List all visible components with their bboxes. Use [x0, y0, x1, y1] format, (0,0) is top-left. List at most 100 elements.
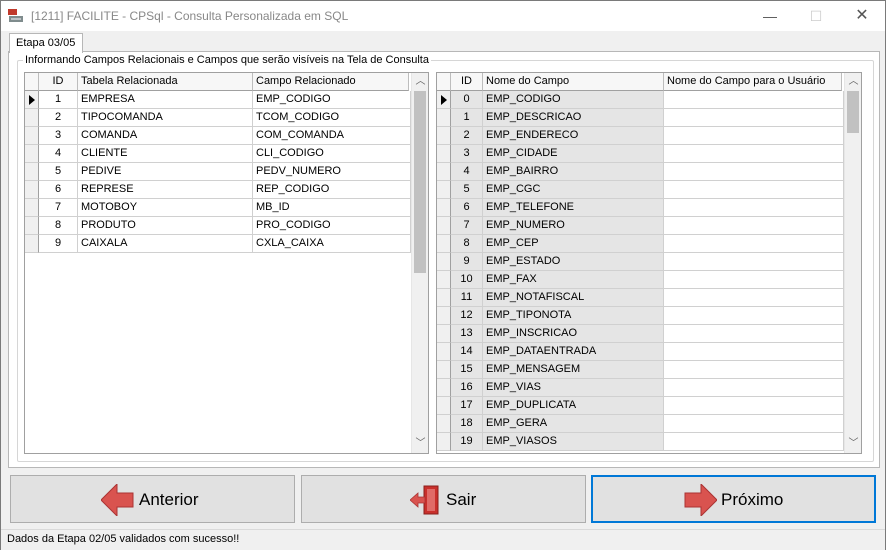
- row-indicator[interactable]: [437, 397, 451, 415]
- table-row[interactable]: 7 MOTOBOY MB_ID: [25, 199, 411, 217]
- row-indicator[interactable]: [25, 217, 39, 235]
- cell-id[interactable]: 13: [451, 325, 483, 343]
- column-header-user-field-name[interactable]: Nome do Campo para o Usuário: [664, 73, 842, 91]
- row-indicator[interactable]: [437, 127, 451, 145]
- left-grid-scrollbar[interactable]: ︿ ﹀: [411, 73, 428, 453]
- cell-field[interactable]: EMP_CODIGO: [253, 91, 411, 109]
- column-header-id[interactable]: ID: [39, 73, 78, 91]
- row-indicator[interactable]: [25, 91, 39, 109]
- cell-id[interactable]: 2: [39, 109, 78, 127]
- table-row[interactable]: 5 EMP_CGC: [437, 181, 844, 199]
- table-row[interactable]: 11 EMP_NOTAFISCAL: [437, 289, 844, 307]
- table-row[interactable]: 8 PRODUTO PRO_CODIGO: [25, 217, 411, 235]
- cell-user-name[interactable]: [664, 343, 844, 361]
- column-header-field-name[interactable]: Nome do Campo: [483, 73, 664, 91]
- cell-id[interactable]: 14: [451, 343, 483, 361]
- table-row[interactable]: 14 EMP_DATAENTRADA: [437, 343, 844, 361]
- cell-name[interactable]: EMP_ESTADO: [483, 253, 664, 271]
- cell-user-name[interactable]: [664, 307, 844, 325]
- cell-name[interactable]: EMP_NOTAFISCAL: [483, 289, 664, 307]
- scroll-up-icon[interactable]: ︿: [412, 73, 428, 90]
- cell-user-name[interactable]: [664, 325, 844, 343]
- cell-id[interactable]: 5: [39, 163, 78, 181]
- cell-user-name[interactable]: [664, 397, 844, 415]
- cell-table[interactable]: CLIENTE: [78, 145, 253, 163]
- row-indicator[interactable]: [25, 235, 39, 253]
- cell-id[interactable]: 3: [451, 145, 483, 163]
- cell-name[interactable]: EMP_CEP: [483, 235, 664, 253]
- table-row[interactable]: 12 EMP_TIPONOTA: [437, 307, 844, 325]
- table-row[interactable]: 5 PEDIVE PEDV_NUMERO: [25, 163, 411, 181]
- row-indicator[interactable]: [437, 253, 451, 271]
- table-row[interactable]: 17 EMP_DUPLICATA: [437, 397, 844, 415]
- row-indicator[interactable]: [437, 181, 451, 199]
- row-indicator[interactable]: [437, 415, 451, 433]
- table-row[interactable]: 19 EMP_VIASOS: [437, 433, 844, 451]
- cell-user-name[interactable]: [664, 217, 844, 235]
- previous-button[interactable]: Anterior: [10, 475, 295, 523]
- row-indicator[interactable]: [437, 235, 451, 253]
- table-row[interactable]: 9 EMP_ESTADO: [437, 253, 844, 271]
- column-header-related-field[interactable]: Campo Relacionado: [253, 73, 409, 91]
- cell-field[interactable]: MB_ID: [253, 199, 411, 217]
- table-row[interactable]: 15 EMP_MENSAGEM: [437, 361, 844, 379]
- table-row[interactable]: 7 EMP_NUMERO: [437, 217, 844, 235]
- minimize-button[interactable]: —: [747, 1, 793, 31]
- row-indicator[interactable]: [437, 289, 451, 307]
- table-row[interactable]: 18 EMP_GERA: [437, 415, 844, 433]
- cell-id[interactable]: 7: [451, 217, 483, 235]
- cell-table[interactable]: REPRESE: [78, 181, 253, 199]
- cell-field[interactable]: CLI_CODIGO: [253, 145, 411, 163]
- cell-name[interactable]: EMP_GERA: [483, 415, 664, 433]
- table-row[interactable]: 6 EMP_TELEFONE: [437, 199, 844, 217]
- cell-id[interactable]: 6: [451, 199, 483, 217]
- cell-user-name[interactable]: [664, 379, 844, 397]
- table-row[interactable]: 8 EMP_CEP: [437, 235, 844, 253]
- cell-name[interactable]: EMP_CGC: [483, 181, 664, 199]
- cell-id[interactable]: 1: [39, 91, 78, 109]
- cell-id[interactable]: 11: [451, 289, 483, 307]
- row-indicator[interactable]: [437, 325, 451, 343]
- cell-id[interactable]: 4: [451, 163, 483, 181]
- cell-table[interactable]: COMANDA: [78, 127, 253, 145]
- column-header-related-table[interactable]: Tabela Relacionada: [78, 73, 253, 91]
- cell-id[interactable]: 6: [39, 181, 78, 199]
- related-tables-grid[interactable]: ID Tabela Relacionada Campo Relacionado …: [24, 72, 429, 454]
- row-indicator[interactable]: [437, 199, 451, 217]
- cell-name[interactable]: EMP_MENSAGEM: [483, 361, 664, 379]
- cell-name[interactable]: EMP_DUPLICATA: [483, 397, 664, 415]
- cell-table[interactable]: CAIXALA: [78, 235, 253, 253]
- row-indicator[interactable]: [437, 361, 451, 379]
- cell-user-name[interactable]: [664, 163, 844, 181]
- cell-name[interactable]: EMP_INSCRICAO: [483, 325, 664, 343]
- cell-table[interactable]: PEDIVE: [78, 163, 253, 181]
- row-indicator[interactable]: [437, 379, 451, 397]
- scroll-thumb[interactable]: [847, 91, 859, 133]
- cell-id[interactable]: 2: [451, 127, 483, 145]
- table-row[interactable]: 2 TIPOCOMANDA TCOM_CODIGO: [25, 109, 411, 127]
- table-row[interactable]: 16 EMP_VIAS: [437, 379, 844, 397]
- cell-id[interactable]: 1: [451, 109, 483, 127]
- cell-name[interactable]: EMP_BAIRRO: [483, 163, 664, 181]
- cell-id[interactable]: 16: [451, 379, 483, 397]
- cell-name[interactable]: EMP_ENDERECO: [483, 127, 664, 145]
- close-button[interactable]: ✕: [839, 1, 885, 31]
- cell-user-name[interactable]: [664, 433, 844, 451]
- cell-user-name[interactable]: [664, 253, 844, 271]
- cell-name[interactable]: EMP_VIASOS: [483, 433, 664, 451]
- cell-id[interactable]: 17: [451, 397, 483, 415]
- cell-user-name[interactable]: [664, 199, 844, 217]
- row-indicator[interactable]: [437, 109, 451, 127]
- table-row[interactable]: 1 EMPRESA EMP_CODIGO: [25, 91, 411, 109]
- cell-id[interactable]: 3: [39, 127, 78, 145]
- scroll-down-icon[interactable]: ﹀: [845, 435, 861, 452]
- fields-grid[interactable]: ID Nome do Campo Nome do Campo para o Us…: [436, 72, 862, 454]
- next-button[interactable]: Próximo: [591, 475, 876, 523]
- cell-id[interactable]: 9: [39, 235, 78, 253]
- cell-name[interactable]: EMP_TELEFONE: [483, 199, 664, 217]
- table-row[interactable]: 4 EMP_BAIRRO: [437, 163, 844, 181]
- row-indicator[interactable]: [437, 91, 451, 109]
- row-indicator[interactable]: [437, 433, 451, 451]
- cell-field[interactable]: PRO_CODIGO: [253, 217, 411, 235]
- cell-user-name[interactable]: [664, 289, 844, 307]
